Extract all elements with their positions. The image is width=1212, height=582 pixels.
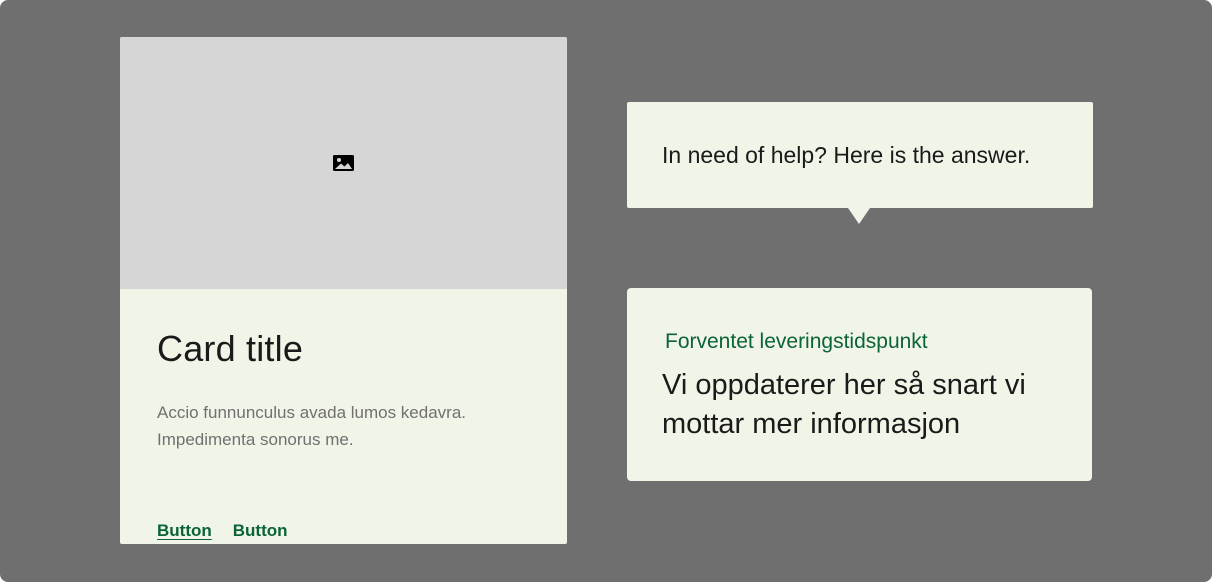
delivery-info-value: Vi oppdaterer her så snart vi mottar mer… xyxy=(662,369,1026,440)
card-body: Card title Accio funnunculus avada lumos… xyxy=(120,289,567,544)
delivery-info-panel: Forventet leveringstidspunkt Vi oppdater… xyxy=(627,288,1092,481)
card-title: Card title xyxy=(157,328,304,369)
help-tooltip: In need of help? Here is the answer. xyxy=(627,102,1093,224)
image-icon xyxy=(333,155,354,171)
canvas: Card title Accio funnunculus avada lumos… xyxy=(0,0,1212,582)
card-actions: Button Button xyxy=(157,521,288,541)
card-secondary-button[interactable]: Button xyxy=(233,521,288,541)
delivery-info-label: Forventet leveringstidspunkt xyxy=(665,330,928,353)
tooltip-arrow xyxy=(848,208,870,224)
card-media-placeholder xyxy=(120,37,567,289)
tooltip-text: In need of help? Here is the answer. xyxy=(662,142,1031,168)
card: Card title Accio funnunculus avada lumos… xyxy=(120,37,567,544)
card-primary-button[interactable]: Button xyxy=(157,521,212,541)
card-description: Accio funnunculus avada lumos kedavra. I… xyxy=(157,403,467,449)
